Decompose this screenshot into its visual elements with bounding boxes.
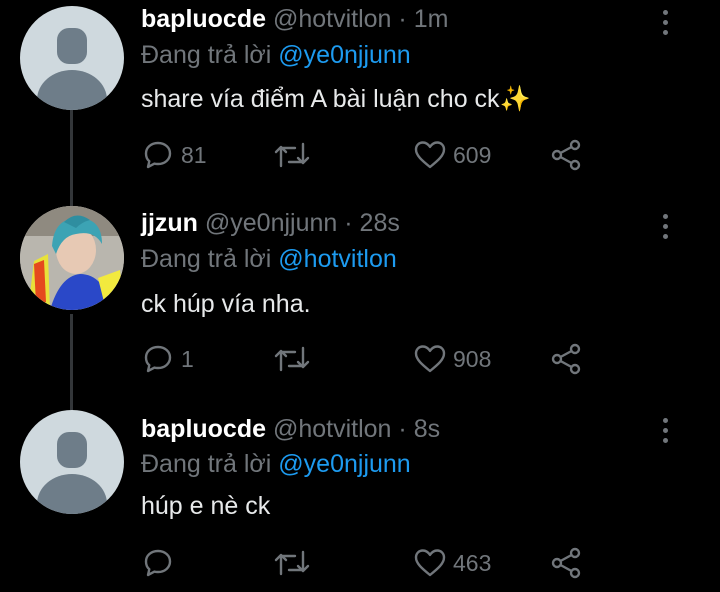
avatar[interactable] — [20, 206, 124, 310]
replying-prefix: Đang trả lời — [141, 450, 272, 478]
mention-link[interactable]: @hotvitlon — [278, 245, 397, 273]
tweet-header: jjzun @ye0njjunn · 28s — [141, 208, 400, 238]
replying-to: Đang trả lời @ye0njjunn — [141, 40, 411, 70]
replying-prefix: Đang trả lời — [141, 245, 272, 273]
more-vertical-icon[interactable] — [656, 416, 676, 446]
user-handle[interactable]: @hotvitlon — [273, 5, 392, 33]
like-count: 463 — [453, 549, 492, 576]
share-button[interactable] — [549, 138, 583, 172]
share-button[interactable] — [549, 342, 583, 376]
replying-prefix: Đang trả lời — [141, 41, 272, 69]
like-count: 908 — [453, 345, 492, 372]
retweet-icon — [274, 346, 310, 372]
reply-icon — [144, 141, 172, 169]
reply-icon — [144, 549, 172, 577]
tweet-text: húp e nè ck — [141, 492, 271, 520]
replying-to: Đang trả lời @hotvitlon — [141, 244, 397, 274]
mention-link[interactable]: @ye0njjunn — [278, 450, 410, 478]
avatar[interactable] — [20, 6, 124, 110]
action-bar: 1 908 — [141, 342, 601, 376]
more-vertical-icon[interactable] — [656, 212, 676, 242]
retweet-icon — [274, 550, 310, 576]
timestamp[interactable]: · 1m — [398, 5, 448, 33]
action-bar: 81 609 — [141, 138, 601, 172]
reply-button[interactable] — [141, 546, 181, 580]
like-button[interactable]: 908 — [413, 342, 491, 376]
heart-icon — [414, 141, 446, 169]
retweet-button[interactable] — [273, 546, 317, 580]
retweet-button[interactable] — [273, 342, 317, 376]
reply-count: 81 — [181, 141, 207, 168]
user-handle[interactable]: @hotvitlon — [273, 415, 392, 443]
reply-icon — [144, 345, 172, 373]
like-button[interactable]: 463 — [413, 546, 491, 580]
replying-to: Đang trả lời @ye0njjunn — [141, 449, 411, 479]
reply-count: 1 — [181, 345, 194, 372]
user-handle[interactable]: @ye0njjunn — [205, 209, 337, 237]
reply-button[interactable]: 81 — [141, 138, 207, 172]
mention-link[interactable]: @ye0njjunn — [278, 41, 410, 69]
like-count: 609 — [453, 141, 492, 168]
heart-icon — [414, 549, 446, 577]
timestamp[interactable]: · 28s — [344, 209, 400, 237]
like-button[interactable]: 609 — [413, 138, 491, 172]
timestamp[interactable]: · 8s — [398, 415, 440, 443]
tweet-text: share vía điểm A bài luận cho ck✨ — [141, 85, 531, 113]
profile-photo — [20, 206, 124, 310]
tweet-text: ck húp vía nha. — [141, 290, 311, 318]
tweet[interactable]: bapluocde @hotvitlon · 8s Đang trả lời @… — [0, 408, 720, 592]
tweet-header: bapluocde @hotvitlon · 8s — [141, 414, 440, 444]
share-icon — [551, 343, 581, 375]
share-icon — [551, 139, 581, 171]
retweet-icon — [274, 142, 310, 168]
tweet[interactable]: jjzun @ye0njjunn · 28s Đang trả lời @hot… — [0, 204, 720, 408]
share-button[interactable] — [549, 546, 583, 580]
display-name[interactable]: jjzun — [141, 209, 198, 237]
tweet[interactable]: bapluocde @hotvitlon · 1m Đang trả lời @… — [0, 0, 720, 200]
reply-button[interactable]: 1 — [141, 342, 194, 376]
action-bar: 463 — [141, 546, 601, 580]
more-vertical-icon[interactable] — [656, 8, 676, 38]
tweet-header: bapluocde @hotvitlon · 1m — [141, 4, 448, 34]
display-name[interactable]: bapluocde — [141, 415, 266, 443]
display-name[interactable]: bapluocde — [141, 5, 266, 33]
avatar[interactable] — [20, 410, 124, 514]
heart-icon — [414, 345, 446, 373]
share-icon — [551, 547, 581, 579]
retweet-button[interactable] — [273, 138, 317, 172]
